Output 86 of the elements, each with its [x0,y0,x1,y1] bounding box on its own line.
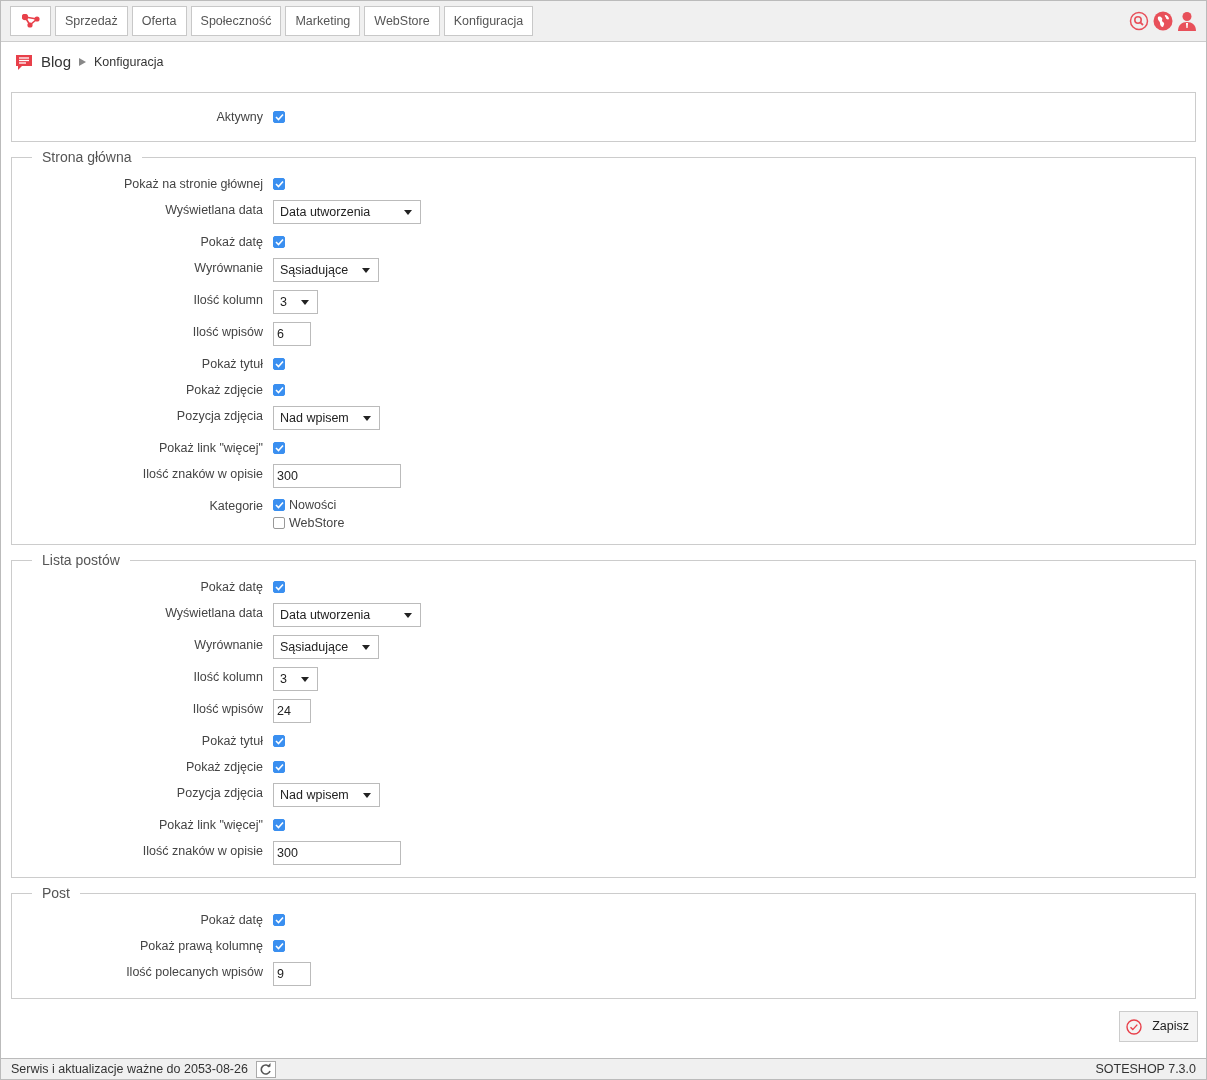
menu-button[interactable]: Oferta [131,6,187,36]
field-label: Wyświetlana data [164,605,263,622]
option-label: Nowości [289,496,337,514]
check-circle-icon [1126,1018,1143,1035]
checkbox[interactable] [273,111,285,123]
checkbox[interactable] [273,442,285,454]
caret-icon [300,676,309,682]
separator-icon [79,58,87,66]
field-label: Ilość kolumn [192,669,263,686]
select-field[interactable]: Nad wpisem [273,406,380,430]
option-label: WebStore [289,514,345,532]
checkbox[interactable] [273,178,285,190]
select-field[interactable]: Sąsiadujące [273,258,380,282]
version-text: SOTESHOP 7.3.0 [1095,1060,1196,1078]
caret-icon [362,644,371,650]
menu-button[interactable]: Marketing [285,6,361,36]
menu-button[interactable]: WebStore [364,6,440,36]
save-button[interactable]: Zapisz [1119,1011,1198,1042]
caret-icon [362,415,371,421]
section-title: Lista postów [41,553,121,567]
field-label: Wyrównanie [193,637,263,654]
field-label: Pozycja zdjęcia [175,408,263,425]
checkbox[interactable] [273,236,285,248]
field-label: Pokaż zdjęcie [184,382,263,398]
field-label: Pozycja zdjęcia [175,785,263,802]
checkbox[interactable] [273,499,285,511]
input-field[interactable]: 24 [273,699,311,723]
select-field[interactable]: 3 [273,290,318,314]
field-label: Pokaż datę [199,912,263,928]
section-title: Strona główna [41,150,133,164]
select-field[interactable]: Sąsiadujące [273,635,380,659]
user-icon[interactable] [1177,11,1197,31]
refresh-button[interactable] [255,1060,276,1078]
field-label: Wyświetlana data [164,202,263,219]
field-label: Ilość polecanych wpisów [125,964,263,981]
select-field[interactable]: 3 [273,667,318,691]
checkbox[interactable] [273,735,285,747]
caret-icon [300,299,309,305]
checkbox[interactable] [273,517,285,529]
input-field[interactable]: 6 [273,322,311,346]
checkbox[interactable] [273,358,285,370]
caret-icon [362,267,371,273]
search-icon[interactable] [1129,11,1149,31]
field-label: Pokaż link "więcej" [157,817,263,833]
license-text: Serwis i aktualizacje ważne do 2053-08-26 [11,1060,248,1078]
field-label: Ilość znaków w opisie [141,466,263,483]
caret-icon [404,612,413,618]
input-field[interactable]: 300 [273,464,401,488]
field-label: Pokaż tytuł [200,733,263,749]
field-label: Wyrównanie [193,260,263,277]
menu-button[interactable]: Społeczność [190,6,282,36]
section-title: Post [41,886,71,900]
field-label: Pokaż zdjęcie [184,759,263,775]
menu-button[interactable]: Konfiguracja [443,6,534,36]
field-label: Ilość kolumn [192,292,263,309]
field-label: Ilość znaków w opisie [141,843,263,860]
breadcrumb-link[interactable]: Blog [41,50,72,74]
checkbox[interactable] [273,940,285,952]
chat-icon [15,53,33,71]
menu-button[interactable]: Sprzedaż [55,6,128,36]
logo-icon [21,14,40,29]
caret-icon [362,792,371,798]
field-label: Ilość wpisów [191,324,263,341]
select-field[interactable]: Data utworzenia [273,200,422,224]
field-label: Aktywny [215,109,263,125]
logo-button[interactable] [10,6,51,36]
caret-icon [404,209,413,215]
input-field[interactable]: 300 [273,841,401,865]
checkbox[interactable] [273,581,285,593]
select-field[interactable]: Data utworzenia [273,603,422,627]
checkbox[interactable] [273,914,285,926]
breadcrumb-current: Konfiguracja [94,53,164,71]
input-field[interactable]: 9 [273,962,311,986]
field-label: Pokaż prawą kolumnę [139,938,263,954]
field-label: Pokaż datę [199,579,263,595]
field-label: Pokaż datę [199,234,263,250]
checkbox[interactable] [273,819,285,831]
checkbox[interactable] [273,384,285,396]
select-field[interactable]: Nad wpisem [273,783,380,807]
field-label: Pokaż na stronie głównej [123,176,263,192]
field-label: Pokaż tytuł [200,356,263,372]
field-label: Kategorie [208,498,263,515]
field-label: Pokaż link "więcej" [157,440,263,456]
checkbox[interactable] [273,761,285,773]
field-label: Ilość wpisów [191,701,263,718]
globe-icon[interactable] [1153,11,1173,31]
